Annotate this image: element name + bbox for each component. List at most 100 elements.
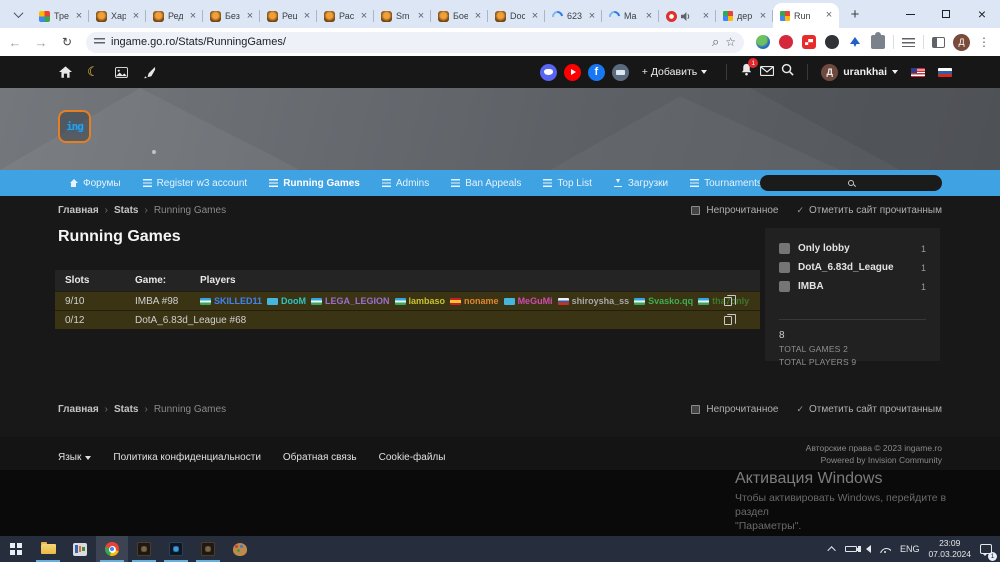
tray-expand-icon[interactable] xyxy=(827,546,835,554)
theme-moon-icon[interactable]: ☾ xyxy=(86,65,100,79)
window-maximize-button[interactable] xyxy=(928,0,964,28)
breadcrumb-item[interactable]: Running Games xyxy=(144,205,226,216)
tab-close-icon[interactable] xyxy=(301,10,313,22)
footer-link[interactable]: Cookie-файлы xyxy=(379,452,446,463)
filter-checkbox[interactable] xyxy=(779,281,790,292)
site-search-icon[interactable] xyxy=(781,63,794,81)
nav-item[interactable]: Admins xyxy=(371,170,440,196)
site-logo[interactable]: ing xyxy=(58,110,91,143)
facebook-icon[interactable] xyxy=(588,64,605,81)
taskbar-paint-icon[interactable] xyxy=(224,536,256,562)
browser-tab[interactable]: Рас xyxy=(317,4,374,28)
taskbar-ingame-app-icon[interactable] xyxy=(160,536,192,562)
browser-menu-icon[interactable] xyxy=(978,33,990,51)
url-text[interactable]: ingame.go.ro/Stats/RunningGames/ xyxy=(111,36,706,48)
acrobat-extension-icon[interactable] xyxy=(848,35,862,49)
filter-item[interactable]: IMBA 1 xyxy=(779,277,926,296)
nav-search-bar[interactable] xyxy=(760,175,942,191)
tab-close-icon[interactable] xyxy=(757,10,769,22)
filter-checkbox[interactable] xyxy=(779,243,790,254)
nav-item[interactable]: Ban Appeals xyxy=(440,170,532,196)
player-name[interactable]: LEGA_LEGION xyxy=(325,296,390,306)
nav-item[interactable]: Register w3 account xyxy=(132,170,259,196)
wifi-icon[interactable] xyxy=(880,545,891,553)
footer-link[interactable]: Обратная связь xyxy=(283,452,357,463)
taskbar-explorer-icon[interactable] xyxy=(32,536,64,562)
language-ru-flag[interactable] xyxy=(938,68,952,77)
bookmark-star-icon[interactable] xyxy=(725,35,736,49)
breadcrumb-item[interactable]: Главная xyxy=(58,205,99,216)
reading-list-icon[interactable] xyxy=(902,38,915,47)
breadcrumb-item[interactable]: Главная xyxy=(58,404,99,415)
browser-tab[interactable]: 623 xyxy=(545,4,602,28)
window-minimize-button[interactable] xyxy=(892,0,928,28)
home-icon[interactable] xyxy=(58,65,72,79)
dark-extension-icon[interactable] xyxy=(825,35,839,49)
unread-filter-icon[interactable] xyxy=(691,405,700,414)
unread-filter-icon[interactable] xyxy=(691,206,700,215)
player-name[interactable]: DooM xyxy=(281,296,306,306)
nav-item[interactable]: Форумы xyxy=(58,170,132,196)
filter-item[interactable]: Only lobby 1 xyxy=(779,239,926,258)
nav-item[interactable]: Top List xyxy=(532,170,602,196)
tab-close-icon[interactable] xyxy=(130,10,142,22)
taskbar-game2-icon[interactable] xyxy=(192,536,224,562)
tab-audio-icon[interactable] xyxy=(681,11,691,21)
tab-close-icon[interactable] xyxy=(73,10,85,22)
taskbar-chrome-icon[interactable] xyxy=(96,536,128,562)
nav-item[interactable]: Tournaments xyxy=(679,170,773,196)
tab-close-icon[interactable] xyxy=(244,10,256,22)
browser-tab[interactable]: Рец xyxy=(260,4,317,28)
tab-close-icon[interactable] xyxy=(823,10,835,22)
player-name[interactable]: lambaso xyxy=(409,296,446,306)
tab-close-icon[interactable] xyxy=(415,10,427,22)
browser-tab[interactable]: Ma xyxy=(602,4,659,28)
language-selector[interactable]: Язык xyxy=(58,452,91,463)
browser-profile-avatar[interactable]: Д xyxy=(953,34,970,51)
forward-button[interactable] xyxy=(30,31,52,53)
idm-extension-icon[interactable] xyxy=(756,35,770,49)
browser-tab[interactable] xyxy=(659,4,716,28)
messages-envelope-icon[interactable] xyxy=(760,63,774,81)
browser-tab[interactable]: Ред xyxy=(146,4,203,28)
tab-search-button[interactable] xyxy=(6,2,30,26)
unread-label[interactable]: Непрочитанное xyxy=(706,404,778,415)
player-name[interactable]: MeGuMi xyxy=(518,296,553,306)
taskbar-clock[interactable]: 23:09 07.03.2024 xyxy=(928,538,971,559)
nav-item[interactable]: Загрузки xyxy=(603,170,679,196)
volume-icon[interactable] xyxy=(866,545,871,553)
battery-icon[interactable] xyxy=(845,546,857,552)
adblock-extension-icon[interactable] xyxy=(779,35,793,49)
brush-icon[interactable] xyxy=(142,65,156,79)
breadcrumb-item[interactable]: Running Games xyxy=(144,404,226,415)
keyboard-language[interactable]: ENG xyxy=(900,544,920,554)
tab-close-icon[interactable] xyxy=(586,10,598,22)
browser-tab[interactable]: Run xyxy=(773,3,839,28)
browser-tab[interactable]: Без xyxy=(203,4,260,28)
add-content-button[interactable]: + Добавить xyxy=(642,66,707,78)
mark-site-read-button[interactable]: Отметить сайт прочитанным xyxy=(796,205,942,216)
vk-icon[interactable] xyxy=(612,64,629,81)
discord-icon[interactable] xyxy=(540,64,557,81)
browser-tab[interactable]: Бое xyxy=(431,4,488,28)
nav-item[interactable]: Running Games xyxy=(258,170,371,196)
reload-button[interactable] xyxy=(56,31,78,53)
tab-close-icon[interactable] xyxy=(700,10,712,22)
player-name[interactable]: SKILLED11 xyxy=(214,296,262,306)
site-settings-icon[interactable] xyxy=(94,38,105,47)
youtube-icon[interactable] xyxy=(564,64,581,81)
browser-tab[interactable]: Тре xyxy=(32,4,89,28)
side-panel-icon[interactable] xyxy=(932,37,945,48)
start-button[interactable] xyxy=(0,536,32,562)
taskbar-klite-icon[interactable] xyxy=(64,536,96,562)
zoom-page-icon[interactable] xyxy=(712,34,719,50)
red-extension-icon[interactable] xyxy=(802,35,816,49)
new-tab-button[interactable] xyxy=(843,2,867,26)
browser-tab[interactable]: дер xyxy=(716,4,773,28)
window-close-button[interactable] xyxy=(964,0,1000,28)
copy-icon[interactable] xyxy=(724,316,732,325)
player-name[interactable]: noname xyxy=(464,296,499,306)
browser-tab[interactable]: Sm xyxy=(374,4,431,28)
filter-checkbox[interactable] xyxy=(779,262,790,273)
notifications-bell[interactable]: 1 xyxy=(740,63,753,81)
